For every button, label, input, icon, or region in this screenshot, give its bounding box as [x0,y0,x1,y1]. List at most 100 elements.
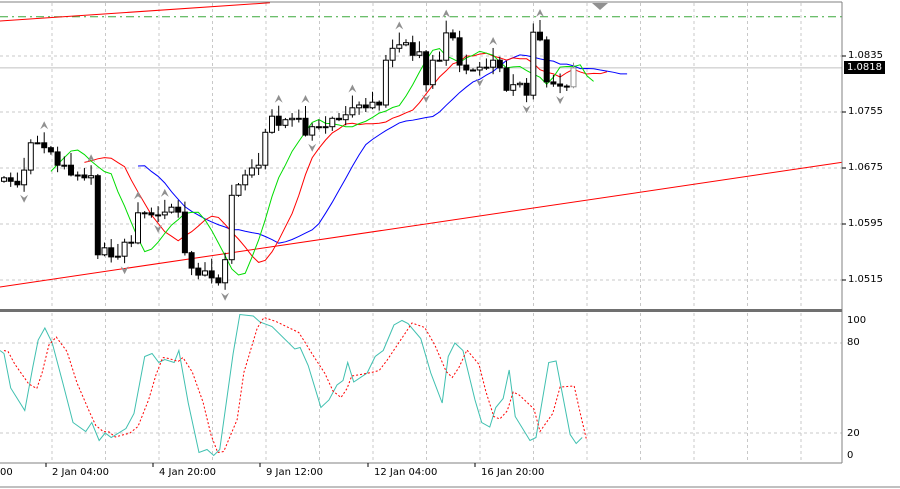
stoch-d-line [3,316,587,454]
bull-candle [21,169,28,186]
candles [1,19,577,290]
bull-candle [349,107,356,116]
bull-candle [161,211,168,216]
bull-candle [382,59,389,106]
bear-candle [208,270,215,279]
bear-candle [275,115,282,126]
fractal-up-icon [489,36,498,45]
bull-candle [155,214,162,217]
bear-candle [463,64,470,71]
time-label: 12 Jan 04:00 [374,467,438,478]
bull-candle [202,270,208,276]
bull-candle [490,59,497,68]
stoch-level: 80 [847,337,860,348]
bear-candle [543,39,550,83]
alligator-lips [50,48,594,276]
bull-candle [403,42,409,46]
bear-candle [94,175,101,256]
bull-candle [436,59,443,62]
fractal-up-icon [536,8,544,17]
bear-candle [7,177,14,182]
chart-frame [0,1,900,488]
bear-candle [523,82,530,96]
fractal-up-icon [134,191,142,200]
fractal-up-icon [274,94,283,103]
bull-candle [416,51,423,56]
bull-candle [396,44,403,49]
bull-candle [329,117,336,128]
bull-candle [135,212,141,244]
price-tick: 1.0755 [848,106,883,117]
bear-candle [54,151,61,166]
stoch-level: 100 [847,315,867,326]
bull-candle [429,59,436,86]
bull-candle [114,255,121,258]
bull-candle [248,167,255,176]
bull-candle [74,174,81,177]
bear-candle [47,147,54,153]
bear-candle [41,142,48,149]
price-tick: 1.0675 [848,162,883,173]
time-label: 16 Jan 20:00 [481,467,545,478]
bear-candle [456,37,463,66]
bull-candle [34,142,41,145]
bear-candle [423,51,430,86]
bull-candle [570,67,577,88]
trendline [0,2,271,22]
bear-candle [550,81,557,85]
bear-candle [503,67,510,91]
bull-candle [242,174,249,186]
panel-separator [0,309,842,312]
bear-candle [128,241,135,244]
bull-candle [322,126,329,129]
bear-candle [557,83,564,87]
time-label: 2 Jan 04:00 [52,467,109,478]
fractal-down-icon [221,292,230,301]
fractal-down-icon [308,143,317,152]
bull-candle [168,206,175,213]
bull-candle [356,104,363,109]
bear-candle [563,85,570,88]
grid [0,3,842,463]
price-tick: 1.0515 [848,274,883,285]
bull-candle [235,184,242,196]
bear-candle [496,59,503,69]
stoch-level: 20 [847,428,860,439]
bear-candle [188,252,195,269]
bull-candle [295,117,302,120]
bear-candle [181,211,188,254]
bull-candle [369,101,376,109]
price-chart[interactable] [0,0,900,489]
fractal-up-icon [442,9,451,18]
bull-candle [516,82,523,86]
bull-candle [262,131,269,166]
bull-candle [289,117,296,121]
bull-candle [61,164,68,167]
fractal-up-icon [301,95,310,104]
fractal-down-icon [120,266,129,275]
bear-candle [81,174,88,179]
bear-candle [14,180,21,186]
bull-candle [282,119,289,126]
bear-candle [68,164,74,176]
bull-candle [121,241,128,257]
bull-candle [342,114,349,121]
bear-candle [175,206,182,213]
bear-candle [537,31,543,41]
bear-candle [195,267,202,276]
bull-candle [255,164,262,169]
bear-candle [376,101,383,106]
bull-candle [222,259,229,284]
bear-candle [148,212,155,216]
bull-candle [309,126,316,136]
bull-candle [470,69,476,72]
bull-candle [476,66,483,71]
current-price-label: 1.0818 [844,61,885,74]
bull-candle [510,84,517,91]
stoch-level: 0 [847,450,854,461]
stochastic-oscillator [0,313,587,457]
fractal-down-icon [20,194,29,203]
fractal-up-icon [160,188,169,197]
bear-candle [449,32,456,39]
bull-candle [483,66,490,69]
